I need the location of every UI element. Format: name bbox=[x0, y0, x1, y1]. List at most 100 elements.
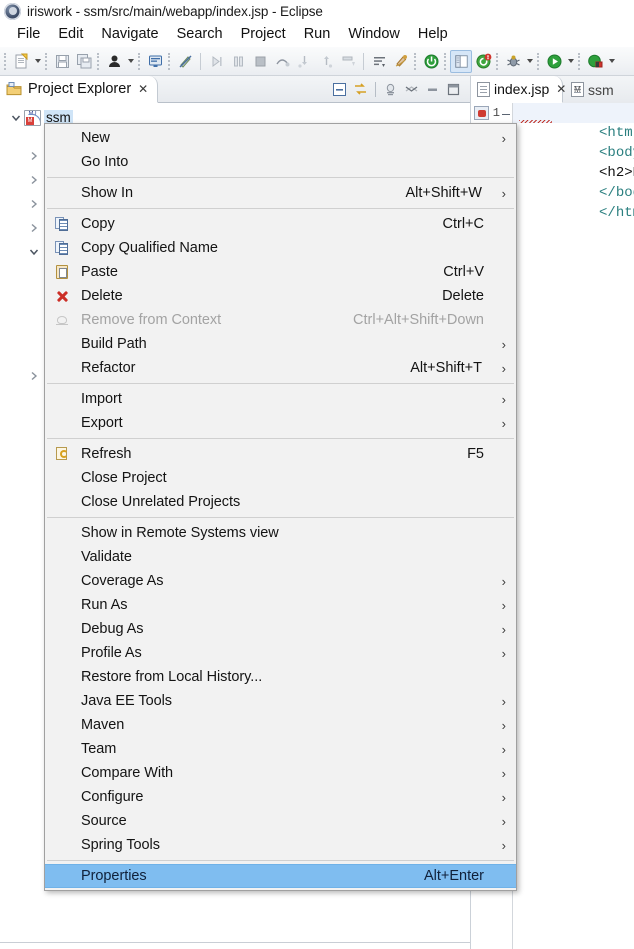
step-over-icon[interactable] bbox=[271, 50, 293, 73]
code-lines[interactable]: <html> <body> <h2>Hello Wor </body> </ht… bbox=[513, 103, 634, 949]
collapse-all-icon[interactable] bbox=[329, 79, 350, 100]
close-icon[interactable]: ✕ bbox=[138, 83, 148, 95]
menu-item-run-as[interactable]: Run As › bbox=[45, 593, 516, 617]
chevron-right-icon[interactable] bbox=[26, 368, 42, 384]
stop-icon[interactable] bbox=[249, 50, 271, 73]
menu-item-paste[interactable]: Paste Ctrl+V bbox=[45, 260, 516, 284]
tree-row[interactable] bbox=[26, 169, 42, 190]
tree-row[interactable] bbox=[26, 193, 42, 214]
menu-item-restore-from-local-history[interactable]: Restore from Local History... bbox=[45, 665, 516, 689]
editor-tab-label: ssm bbox=[588, 81, 614, 98]
context-menu[interactable]: New › Go Into Show In Alt+Shift+W › Copy… bbox=[44, 123, 517, 891]
menu-item-import[interactable]: Import › bbox=[45, 387, 516, 411]
menu-navigate[interactable]: Navigate bbox=[92, 25, 167, 44]
submenu-arrow-icon: › bbox=[501, 717, 506, 733]
menu-item-copy[interactable]: Copy Ctrl+C bbox=[45, 212, 516, 236]
menu-item-maven[interactable]: Maven › bbox=[45, 713, 516, 737]
last-edit-icon[interactable] bbox=[390, 50, 412, 73]
menu-item-go-into[interactable]: Go Into bbox=[45, 150, 516, 174]
chevron-down-icon[interactable] bbox=[125, 50, 136, 73]
chevron-down-icon[interactable] bbox=[8, 110, 24, 126]
menu-item-refactor[interactable]: Refactor Alt+Shift+T › bbox=[45, 356, 516, 380]
bug-icon[interactable] bbox=[502, 50, 524, 73]
tab-ssm[interactable]: ssm bbox=[565, 76, 634, 103]
main-toolbar bbox=[0, 47, 634, 76]
new-file-icon[interactable] bbox=[10, 50, 32, 73]
problems-red-badge-icon[interactable] bbox=[472, 50, 494, 73]
restore-icon[interactable] bbox=[422, 79, 443, 100]
menu-item-spring-tools[interactable]: Spring Tools › bbox=[45, 833, 516, 857]
menu-item-configure[interactable]: Configure › bbox=[45, 785, 516, 809]
menu-item-profile-as[interactable]: Profile As › bbox=[45, 641, 516, 665]
step-icon[interactable] bbox=[205, 50, 227, 73]
chevron-down-icon[interactable] bbox=[26, 244, 42, 260]
menu-item-label: Properties bbox=[81, 868, 147, 884]
menu-item-build-path[interactable]: Build Path › bbox=[45, 332, 516, 356]
menu-item-coverage-as[interactable]: Coverage As › bbox=[45, 569, 516, 593]
tree-row[interactable] bbox=[26, 365, 42, 386]
menu-item-compare-with[interactable]: Compare With › bbox=[45, 761, 516, 785]
menu-project[interactable]: Project bbox=[232, 25, 295, 44]
toolbar-separator bbox=[414, 52, 418, 70]
menu-run[interactable]: Run bbox=[295, 25, 340, 44]
save-all-icon[interactable] bbox=[73, 50, 95, 73]
chevron-right-icon[interactable] bbox=[26, 172, 42, 188]
chevron-right-icon[interactable] bbox=[26, 148, 42, 164]
menu-search[interactable]: Search bbox=[168, 25, 232, 44]
menu-edit[interactable]: Edit bbox=[49, 25, 92, 44]
menu-item-java-ee-tools[interactable]: Java EE Tools › bbox=[45, 689, 516, 713]
menu-item-close-project[interactable]: Close Project bbox=[45, 466, 516, 490]
person-icon[interactable] bbox=[103, 50, 125, 73]
submenu-arrow-icon: › bbox=[501, 813, 506, 829]
link-editor-icon[interactable] bbox=[350, 79, 371, 100]
step-into-icon[interactable] bbox=[293, 50, 315, 73]
chevron-down-icon[interactable] bbox=[565, 50, 576, 73]
menu-item-accel: Ctrl+Alt+Shift+Down bbox=[353, 312, 484, 328]
chevron-down-icon[interactable] bbox=[524, 50, 535, 73]
save-icon[interactable] bbox=[51, 50, 73, 73]
menu-file[interactable]: File bbox=[8, 25, 49, 44]
menu-item-new[interactable]: New › bbox=[45, 126, 516, 150]
menu-item-refresh[interactable]: Refresh F5 bbox=[45, 442, 516, 466]
tab-index-jsp[interactable]: index.jsp ✕ bbox=[471, 76, 566, 103]
menu-item-delete[interactable]: Delete Delete bbox=[45, 284, 516, 308]
next-annotation-icon[interactable] bbox=[368, 50, 390, 73]
tree-row[interactable] bbox=[26, 145, 42, 166]
pause-icon[interactable] bbox=[227, 50, 249, 73]
menu-item-source[interactable]: Source › bbox=[45, 809, 516, 833]
menu-item-label: Profile As bbox=[81, 645, 142, 661]
menu-separator bbox=[47, 208, 514, 209]
menu-item-show-in-remote-systems-view[interactable]: Show in Remote Systems view bbox=[45, 521, 516, 545]
menu-window[interactable]: Window bbox=[339, 25, 409, 44]
tree-row[interactable] bbox=[26, 217, 42, 238]
menu-item-export[interactable]: Export › bbox=[45, 411, 516, 435]
menu-item-copy-qualified-name[interactable]: Copy Qualified Name bbox=[45, 236, 516, 260]
chevron-right-icon[interactable] bbox=[26, 196, 42, 212]
console-icon[interactable] bbox=[144, 50, 166, 73]
menu-item-label: Configure bbox=[81, 789, 144, 805]
tree-row[interactable] bbox=[26, 241, 42, 262]
chevron-right-icon[interactable] bbox=[26, 220, 42, 236]
drop-frame-icon[interactable] bbox=[337, 50, 359, 73]
fold-toggle-icon[interactable] bbox=[501, 109, 511, 119]
menu-item-team[interactable]: Team › bbox=[45, 737, 516, 761]
chevron-down-icon[interactable] bbox=[606, 50, 617, 73]
pencil-slash-icon[interactable] bbox=[174, 50, 196, 73]
error-marker-icon[interactable] bbox=[474, 106, 489, 120]
menu-item-show-in[interactable]: Show In Alt+Shift+W › bbox=[45, 181, 516, 205]
menu-item-properties[interactable]: Properties Alt+Enter bbox=[45, 864, 516, 888]
menu-item-close-unrelated-projects[interactable]: Close Unrelated Projects bbox=[45, 490, 516, 514]
perspective-icon[interactable] bbox=[450, 49, 472, 73]
tab-project-explorer[interactable]: Project Explorer ✕ bbox=[0, 76, 159, 103]
view-menu-icon[interactable] bbox=[380, 79, 401, 100]
chevron-down-icon[interactable] bbox=[32, 50, 43, 73]
external-tools-icon[interactable] bbox=[584, 50, 606, 73]
menu-item-debug-as[interactable]: Debug As › bbox=[45, 617, 516, 641]
menu-help[interactable]: Help bbox=[409, 25, 457, 44]
power-green-icon[interactable] bbox=[420, 50, 442, 73]
menu-item-validate[interactable]: Validate bbox=[45, 545, 516, 569]
maximize-icon[interactable] bbox=[443, 79, 464, 100]
run-green-icon[interactable] bbox=[543, 50, 565, 73]
step-return-icon[interactable] bbox=[315, 50, 337, 73]
minimize-icon[interactable] bbox=[401, 79, 422, 100]
